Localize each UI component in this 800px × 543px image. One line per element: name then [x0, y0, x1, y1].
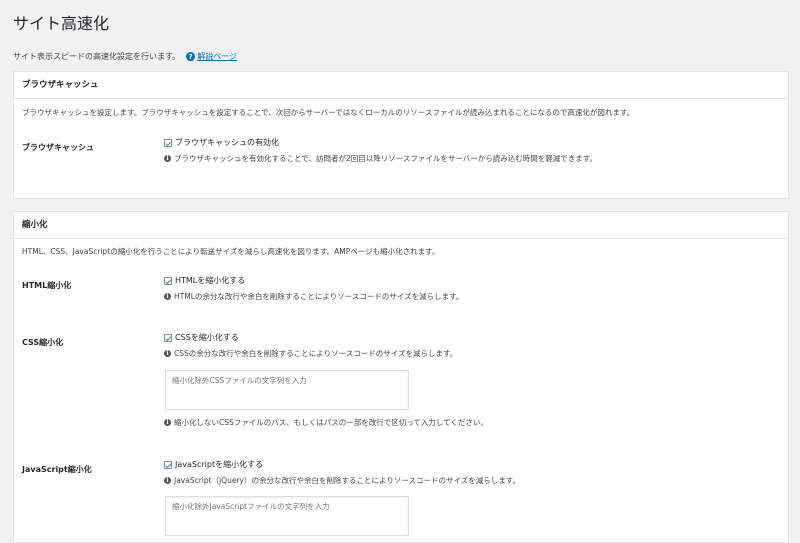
browser-cache-panel: ブラウザキャッシュ ブラウザキャッシュを設定します。ブラウザキャッシュを設定する… [13, 71, 789, 199]
css-exclude-note-text: 縮小化しないCSSファイルのパス、もしくはパスの一部を改行で区切って入力してくだ… [174, 418, 488, 427]
browser-cache-header: ブラウザキャッシュ [14, 72, 788, 99]
browser-cache-note: i ブラウザキャッシュを有効化することで、訪問者が2回目以降リソースファイルをサ… [164, 153, 597, 164]
page-title: サイト高速化 [13, 14, 110, 33]
html-minify-checkbox-label: HTMLを縮小化する [175, 276, 246, 285]
js-minify-note: i JavaScript（jQuery）の余分な改行や余白を削除することによりソ… [164, 475, 520, 486]
css-minify-note: i CSSの余分な改行や余白を削除することによりソースコードのサイズを減らします… [164, 348, 457, 359]
html-minify-checkbox[interactable] [164, 276, 172, 285]
css-minify-checkbox-row[interactable]: CSSを縮小化する [164, 332, 239, 343]
info-icon: i [164, 350, 171, 357]
intro-text: サイト表示スピードの高速化設定を行います。 [13, 52, 181, 61]
browser-cache-note-text: ブラウザキャッシュを有効化することで、訪問者が2回目以降リソースファイルをサーバ… [174, 154, 598, 163]
js-minify-row-label: JavaScript縮小化 [22, 465, 92, 474]
browser-cache-checkbox-label: ブラウザキャッシュの有効化 [175, 138, 279, 147]
page-intro: サイト表示スピードの高速化設定を行います。 ? 解説ページ [13, 51, 237, 62]
browser-cache-checkbox-row[interactable]: ブラウザキャッシュの有効化 [164, 137, 279, 148]
browser-cache-description: ブラウザキャッシュを設定します。ブラウザキャッシュを設定することで、次回からサー… [22, 108, 635, 117]
js-exclude-textarea[interactable] [165, 496, 409, 536]
question-icon: ? [186, 52, 196, 61]
js-minify-checkbox-label: JavaScriptを縮小化する [175, 460, 264, 469]
css-exclude-note: i 縮小化しないCSSファイルのパス、もしくはパスの一部を改行で区切って入力して… [164, 417, 488, 428]
info-icon: i [164, 419, 171, 426]
info-icon: i [164, 155, 171, 162]
minify-header: 縮小化 [14, 212, 788, 239]
css-exclude-textarea[interactable] [165, 370, 409, 410]
info-icon: i [164, 477, 171, 484]
css-minify-note-text: CSSの余分な改行や余白を削除することによりソースコードのサイズを減らします。 [174, 349, 458, 358]
html-minify-note: i HTMLの余分な改行や余白を削除することによりソースコードのサイズを減らしま… [164, 291, 463, 302]
css-minify-checkbox-label: CSSを縮小化する [175, 333, 239, 342]
browser-cache-row-label: ブラウザキャッシュ [22, 143, 94, 152]
minify-description: HTML、CSS、JavaScriptの縮小化を行うことにより転送サイズを減らし… [22, 247, 440, 256]
html-minify-checkbox-row[interactable]: HTMLを縮小化する [164, 275, 245, 286]
js-minify-checkbox-row[interactable]: JavaScriptを縮小化する [164, 459, 263, 470]
css-minify-row-label: CSS縮小化 [22, 338, 64, 347]
html-minify-row-label: HTML縮小化 [22, 281, 72, 290]
info-icon: i [164, 293, 171, 300]
browser-cache-checkbox[interactable] [164, 138, 172, 147]
css-minify-checkbox[interactable] [164, 333, 172, 342]
help-link-label: 解説ページ [197, 52, 238, 61]
minify-panel: 縮小化 HTML、CSS、JavaScriptの縮小化を行うことにより転送サイズ… [13, 211, 789, 543]
js-minify-checkbox[interactable] [164, 460, 172, 469]
html-minify-note-text: HTMLの余分な改行や余白を削除することによりソースコードのサイズを減らします。 [174, 292, 464, 301]
js-minify-note-text: JavaScript（jQuery）の余分な改行や余白を削除することによりソース… [174, 476, 520, 485]
help-link[interactable]: ? 解説ページ [186, 51, 237, 62]
